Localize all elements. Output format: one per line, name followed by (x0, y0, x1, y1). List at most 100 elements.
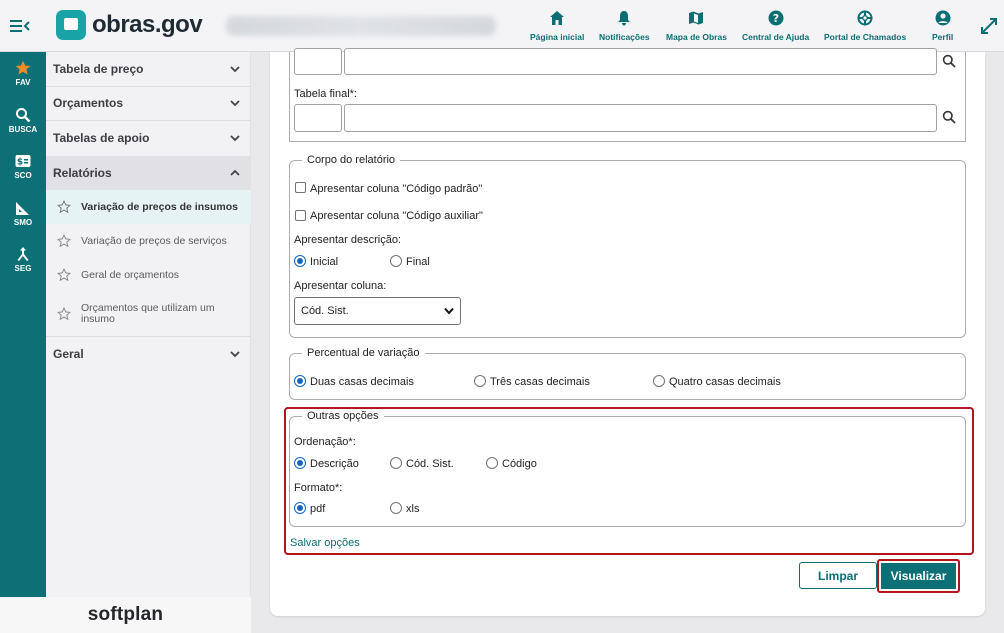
descricao-final-label: Final (406, 256, 430, 268)
rail-item-seg[interactable]: SEG (0, 246, 46, 273)
rail-item-smo[interactable]: SMO (0, 200, 46, 227)
outras-opcoes-legend: Outras opções (302, 410, 384, 422)
top-header: obras.gov Página inicial Notificações Ma… (0, 0, 1004, 52)
search-icon[interactable] (942, 110, 956, 124)
quatro-casas-radio[interactable] (653, 375, 665, 387)
star-outline-icon (57, 268, 71, 282)
sidebar-item-orcamentos-insumo[interactable]: Orçamentos que utilizam um insumo (46, 294, 251, 334)
sidebar-section-label: Tabelas de apoio (53, 131, 150, 145)
nav-label: Perfil (932, 32, 954, 42)
merge-icon (17, 247, 29, 261)
sidebar-section-label: Orçamentos (53, 96, 124, 110)
rail-item-fav[interactable]: FAV (0, 60, 46, 87)
ordenacao-codigo-radio[interactable] (486, 457, 498, 469)
search-icon (16, 108, 31, 123)
button-label: Visualizar (890, 569, 947, 583)
duas-casas-radio[interactable] (294, 375, 306, 387)
tabela-inicial-name-input[interactable] (344, 48, 937, 75)
sidebar-item-variacao-insumos[interactable]: Variação de preços de insumos (46, 190, 251, 224)
home-icon (550, 11, 565, 25)
logo-mark-icon (56, 10, 86, 40)
salvar-opcoes-link[interactable]: Salvar opções (290, 537, 360, 549)
rail-item-sco[interactable]: $ SCO (0, 153, 46, 180)
ordenacao-cod-sist-radio[interactable] (390, 457, 402, 469)
chevron-down-icon (230, 351, 240, 358)
svg-text:$: $ (17, 158, 23, 168)
formato-xls-radio[interactable] (390, 502, 402, 514)
group-border (289, 141, 966, 142)
nav-perfil[interactable]: Perfil (932, 10, 953, 42)
collapse-menu-icon[interactable] (10, 18, 30, 34)
sidebar-section-relatorios[interactable]: Relatórios (46, 156, 251, 190)
codigo-auxiliar-label: Apresentar coluna "Código auxiliar" (310, 210, 483, 222)
nav-central-de-ajuda[interactable]: ? Central de Ajuda (742, 10, 809, 42)
nav-portal-de-chamados[interactable]: Portal de Chamados (824, 10, 906, 42)
sidebar-section-label: Relatórios (53, 166, 112, 180)
sidebar-item-variacao-servicos[interactable]: Variação de preços de serviços (46, 224, 251, 258)
rail-label: SEG (14, 264, 32, 273)
tabela-final-name-input[interactable] (344, 104, 937, 132)
chevron-down-icon (230, 66, 240, 73)
expand-icon[interactable] (981, 18, 997, 34)
codigo-padrao-checkbox[interactable] (295, 182, 306, 193)
rail-item-busca[interactable]: BUSCA (0, 107, 46, 134)
sidebar-section-label: Tabela de preço (53, 62, 144, 76)
formato-xls-label: xls (406, 503, 420, 515)
ruler-triangle-icon (16, 202, 29, 215)
sidebar-item-geral-orcamentos[interactable]: Geral de orçamentos (46, 258, 251, 292)
sidebar: Tabela de preço Orçamentos Tabelas de ap… (46, 52, 251, 597)
descricao-inicial-label: Inicial (310, 256, 339, 268)
group-border (289, 52, 290, 142)
codigo-padrao-label: Apresentar coluna "Código padrão" (310, 183, 483, 195)
nav-pagina-inicial[interactable]: Página inicial (530, 10, 584, 42)
dollar-card-icon: $ (15, 155, 31, 168)
visualizar-button[interactable]: Visualizar (881, 563, 956, 589)
sidebar-section-geral[interactable]: Geral (46, 337, 251, 371)
descricao-inicial-radio[interactable] (294, 255, 306, 267)
sidebar-item-label: Orçamentos que utilizam um insumo (81, 302, 215, 325)
lifebuoy-icon (857, 10, 873, 26)
module-rail: FAV BUSCA $ SCO SMO SEG (0, 52, 46, 597)
report-form-card: Tabela final*: Corpo do relatório Aprese… (270, 48, 985, 616)
visualizar-button-highlight: Visualizar (877, 559, 960, 593)
nav-mapa-de-obras[interactable]: Mapa de Obras (666, 10, 727, 42)
corpo-relatorio-legend: Corpo do relatório (302, 154, 401, 166)
nav-label: Mapa de Obras (666, 32, 727, 42)
formato-label: Formato*: (294, 482, 343, 494)
search-icon[interactable] (942, 54, 956, 68)
nav-notificacoes[interactable]: Notificações (599, 10, 650, 42)
sidebar-item-label: Geral de orçamentos (81, 269, 180, 281)
ordenacao-descricao-radio[interactable] (294, 457, 306, 469)
apresentar-descricao-label: Apresentar descrição: (294, 234, 401, 246)
sidebar-section-tabela-de-preco[interactable]: Tabela de preço (46, 52, 251, 86)
user-icon (935, 10, 951, 26)
sidebar-section-tabelas-de-apoio[interactable]: Tabelas de apoio (46, 121, 251, 155)
formato-pdf-radio[interactable] (294, 502, 306, 514)
tabela-inicial-code-input[interactable] (294, 48, 342, 75)
tabela-final-code-input[interactable] (294, 104, 342, 132)
nav-label: Portal de Chamados (824, 32, 907, 42)
rail-label: BUSCA (8, 125, 38, 134)
svg-text:?: ? (772, 12, 778, 25)
duas-casas-label: Duas casas decimais (310, 376, 414, 388)
chevron-down-icon (230, 100, 240, 107)
star-outline-icon (57, 200, 71, 214)
map-icon (689, 11, 704, 25)
button-label: Limpar (817, 568, 858, 583)
select-value: Cód. Sist. (301, 305, 349, 317)
help-icon: ? (768, 10, 784, 26)
tres-casas-radio[interactable] (474, 375, 486, 387)
sidebar-item-label: Variação de preços de insumos (81, 201, 238, 213)
sidebar-section-label: Geral (53, 347, 84, 361)
logo-text: obras.gov (92, 11, 203, 38)
codigo-auxiliar-checkbox[interactable] (295, 210, 306, 221)
apresentar-coluna-select[interactable]: Cód. Sist. (294, 297, 461, 325)
percentual-variacao-legend: Percentual de variação (302, 347, 425, 359)
descricao-final-radio[interactable] (390, 255, 402, 267)
limpar-button[interactable]: Limpar (799, 562, 877, 589)
tabela-final-label: Tabela final*: (294, 88, 357, 100)
sidebar-section-orcamentos[interactable]: Orçamentos (46, 86, 251, 120)
group-border (965, 52, 966, 142)
app-logo[interactable]: obras.gov (56, 10, 203, 40)
chevron-up-icon (230, 169, 240, 176)
